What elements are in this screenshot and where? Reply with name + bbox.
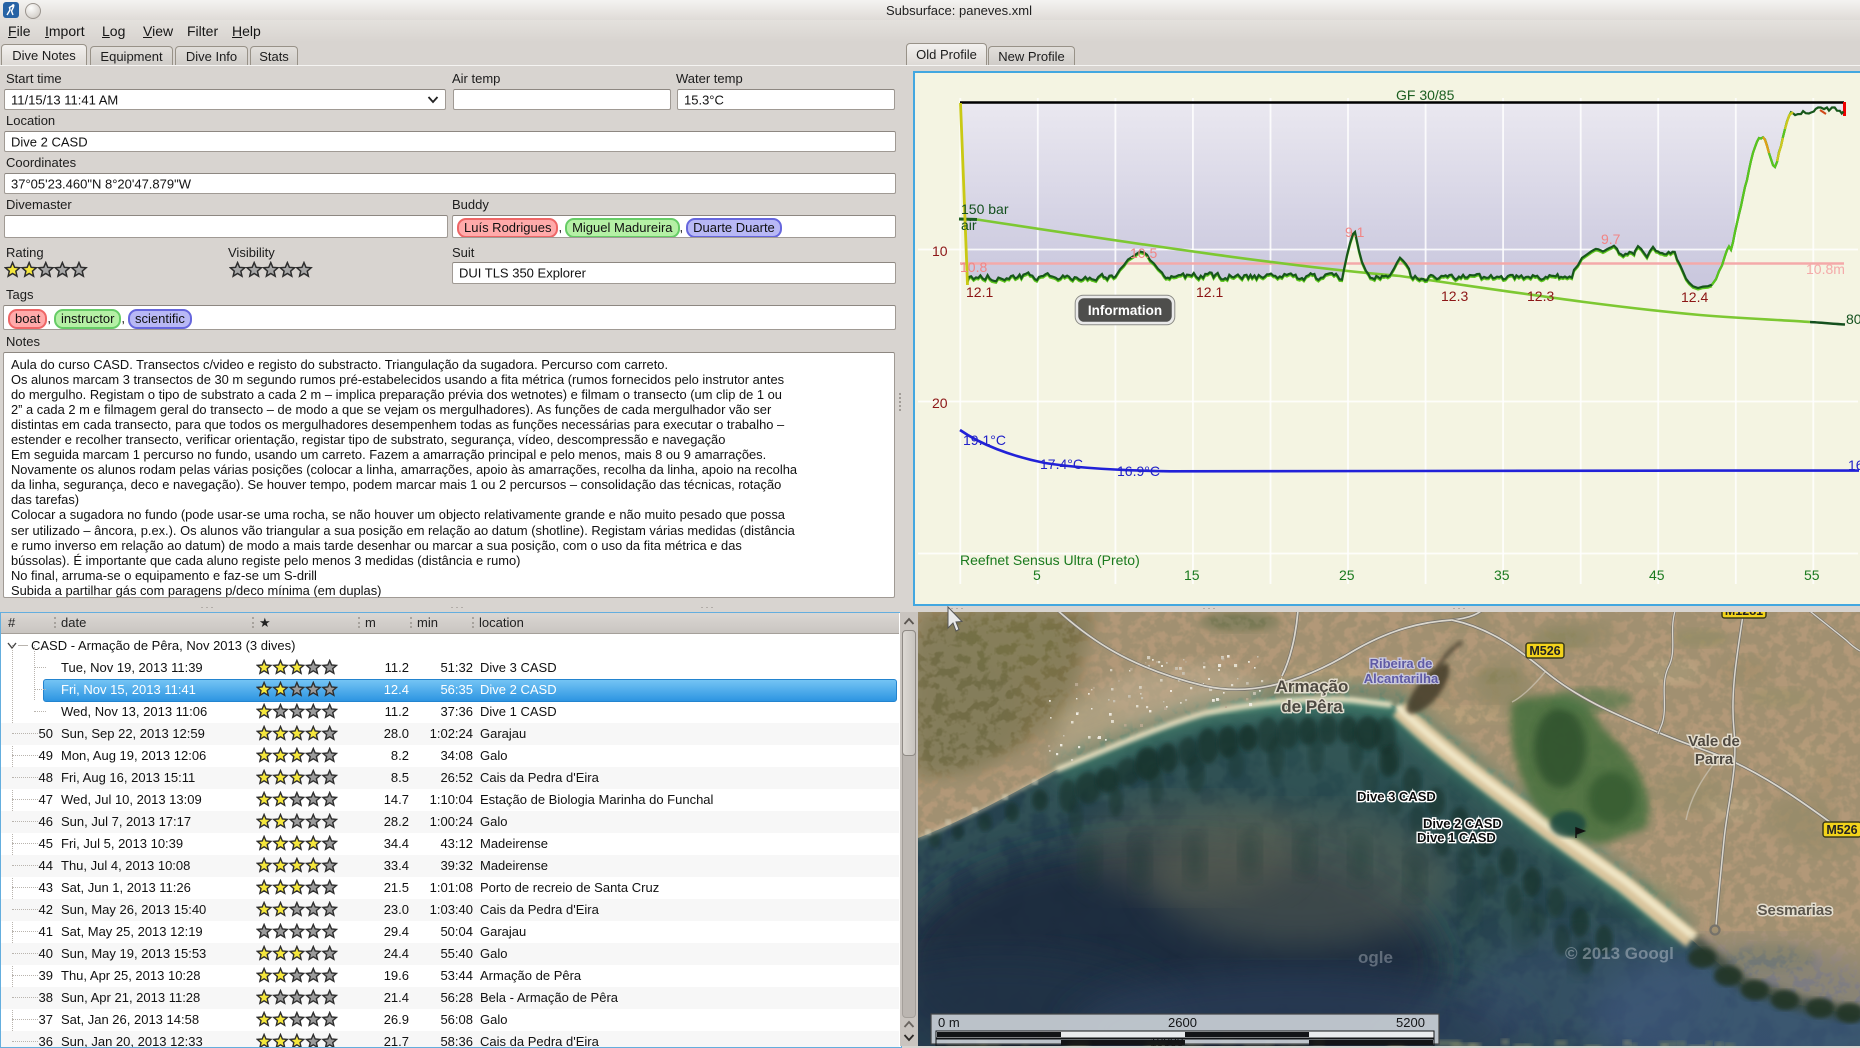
svg-text:55: 55 [1804,567,1820,583]
svg-text:2600: 2600 [1168,1015,1197,1030]
svg-text:10000: 10000 [1150,1035,1184,1046]
svg-text:10.8m: 10.8m [1806,261,1845,277]
svg-text:35: 35 [1494,567,1510,583]
svg-text:Dive 2 CASD: Dive 2 CASD [1423,816,1502,831]
svg-text:45: 45 [1649,567,1665,583]
svg-text:5200: 5200 [1396,1015,1425,1030]
svg-text:12.1: 12.1 [1196,284,1223,300]
svg-text:12.3: 12.3 [1441,288,1468,304]
svg-text:Parra: Parra [1695,751,1734,768]
svg-text:10.5: 10.5 [1130,245,1157,261]
svg-text:Alcantarilha: Alcantarilha [1364,671,1439,686]
svg-text:Sesmarias: Sesmarias [1757,902,1832,919]
svg-text:Dive 3 CASD: Dive 3 CASD [1357,789,1436,804]
svg-text:19.1°C: 19.1°C [963,432,1006,448]
svg-text:M526: M526 [1529,644,1560,658]
svg-text:Information: Information [1088,303,1162,318]
svg-text:16.9°C: 16.9°C [1117,463,1160,479]
svg-text:17.4°C: 17.4°C [1040,456,1083,472]
svg-text:10.8: 10.8 [960,259,987,275]
svg-text:15: 15 [1184,567,1200,583]
svg-text:0 m: 0 m [938,1015,960,1030]
svg-text:20: 20 [932,395,948,411]
svg-text:air: air [961,217,977,233]
svg-text:de Pêra: de Pêra [1281,697,1343,716]
svg-text:9.7: 9.7 [1601,231,1621,247]
svg-text:25: 25 [1339,567,1355,583]
svg-text:M526: M526 [1826,823,1857,837]
svg-text:Ribeira de: Ribeira de [1370,656,1433,671]
svg-text:12.3: 12.3 [1527,288,1554,304]
svg-text:© 2013 Googl: © 2013 Googl [1565,944,1674,963]
svg-text:80: 80 [1846,311,1860,327]
svg-text:GF 30/85: GF 30/85 [1396,87,1455,103]
svg-text:Reefnet Sensus Ultra (Preto): Reefnet Sensus Ultra (Preto) [960,552,1140,568]
svg-text:150 bar: 150 bar [961,201,1009,217]
svg-text:16: 16 [1848,457,1860,473]
svg-text:Armação: Armação [1276,677,1349,696]
svg-text:5: 5 [1033,567,1041,583]
svg-text:9.1: 9.1 [1345,224,1365,240]
svg-text:M1281: M1281 [1725,612,1763,618]
svg-text:Dive 1 CASD: Dive 1 CASD [1417,830,1496,845]
svg-text:10: 10 [932,243,948,259]
svg-text:Vale de: Vale de [1688,733,1740,750]
svg-text:12.4: 12.4 [1681,289,1708,305]
svg-text:12.1: 12.1 [966,284,993,300]
svg-text:ogle: ogle [1358,948,1393,967]
